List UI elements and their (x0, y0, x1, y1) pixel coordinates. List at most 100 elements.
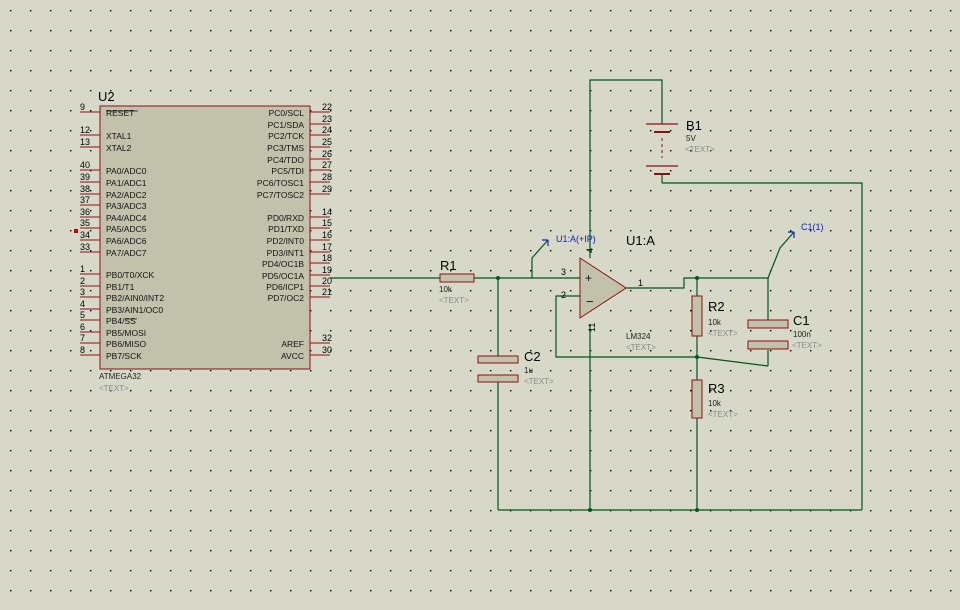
u1a-minus-sign: − (586, 294, 594, 309)
junction-r1-c2 (496, 276, 500, 280)
u2-pin-number: 1 (80, 264, 85, 274)
junction-gnd-r3 (695, 508, 699, 512)
u2-pin-name: AREF (281, 339, 304, 349)
u1a-ref: U1:A (626, 233, 655, 248)
r3-value: 10k (708, 399, 722, 408)
c1-plate-bottom (747, 340, 789, 350)
u2-pin-number: 9 (80, 102, 85, 112)
r3-body (691, 379, 703, 419)
u2-pin-name: PC3/TMS (267, 143, 304, 153)
u1a-pin-minus: 2 (561, 290, 566, 300)
u2-pin-name: XTAL2 (106, 143, 132, 153)
r1-text-hint: <TEXT> (439, 296, 469, 305)
u1a-pin-out: 1 (638, 278, 643, 288)
u2-text-hint: <TEXT> (99, 384, 129, 393)
r1-ref: R1 (440, 258, 457, 273)
probe-u1a-ip-label: U1:A(+IP) (556, 234, 596, 244)
u2-pin-name: PD1/TXD (268, 224, 304, 234)
c1-plate-top (747, 319, 789, 329)
u2-pin-name: PA2/ADC2 (106, 190, 147, 200)
u2-pin-name: PD7/OC2 (268, 293, 305, 303)
u2-pin-number: 15 (322, 218, 332, 228)
u2-pin-name: PA3/ADC3 (106, 201, 147, 211)
pin35-marker (74, 229, 78, 233)
c2-value: 1u (524, 366, 533, 375)
u2-pin-name: PC2/TCK (268, 131, 304, 141)
schematic-canvas[interactable]: U2 ATMEGA32 <TEXT> 9RESET12XTAL113XTAL24… (0, 0, 960, 610)
u2-pin-name: PB0/T0/XCK (106, 270, 155, 280)
u1a-text-hint: <TEXT> (626, 343, 656, 352)
u2-pin-name: PD4/OC1B (262, 259, 304, 269)
r1-body (439, 273, 475, 283)
u2-pin-number: 13 (80, 137, 90, 147)
u2-pin-name: PC0/SCL (269, 108, 305, 118)
u2-pin-number: 2 (80, 276, 85, 286)
u2-pin-name: PC4/TDO (267, 155, 304, 165)
b1-value: 5V (686, 134, 696, 143)
u2-pin-number: 27 (322, 160, 332, 170)
c2-plate-bottom (477, 374, 519, 383)
u2-pin-name: PA7/ADC7 (106, 248, 147, 258)
u1a-plus-sign: + (585, 271, 592, 285)
probe-c1-label: C1(1) (801, 222, 824, 232)
u2-pin-name: PA6/ADC6 (106, 236, 147, 246)
u2-pin-name: PD3/INT1 (267, 248, 305, 258)
u2-pin-name: PA5/ADC5 (106, 224, 147, 234)
u2-pin-number: 26 (322, 149, 332, 159)
u2-pin-number: 14 (322, 207, 332, 217)
u2-pin-number: 37 (80, 195, 90, 205)
c1-text-hint: <TEXT> (792, 341, 822, 350)
u2-pin-number: 16 (322, 230, 332, 240)
u1a-pin-gnd: 11 (587, 323, 597, 332)
u2-pin-number: 17 (322, 242, 332, 252)
u2-pin-number: 6 (80, 322, 85, 332)
u2-pin-number: 21 (322, 287, 332, 297)
b1-text-hint: <TEXT> (685, 145, 715, 154)
u2-pin-number: 7 (80, 333, 85, 343)
u2-pin-name: PB3/AIN1/OC0 (106, 305, 163, 315)
u2-pin-name: PB7/SCK (106, 351, 142, 361)
u2-microcontroller[interactable]: U2 ATMEGA32 <TEXT> 9RESET12XTAL113XTAL24… (74, 89, 332, 393)
u2-pin-name: XTAL1 (106, 131, 132, 141)
u1a-part: LM324 (626, 332, 651, 341)
r3-ref: R3 (708, 381, 725, 396)
r2-text-hint: <TEXT> (708, 329, 738, 338)
u1a-pin-vcc: 4 (585, 248, 595, 253)
junction-r2-out (695, 276, 699, 280)
u2-pin-name: PA0/ADC0 (106, 166, 147, 176)
u2-pin-name: RESET (106, 108, 134, 118)
u2-part: ATMEGA32 (99, 372, 142, 381)
c1-value: 100n (793, 330, 811, 339)
r1-value: 10k (439, 285, 453, 294)
r2-body (691, 295, 703, 337)
u2-pin-number: 29 (322, 184, 332, 194)
u2-pin-name: PD5/OC1A (262, 271, 304, 281)
u2-pin-number: 40 (80, 160, 90, 170)
u2-pin-number: 24 (322, 125, 332, 135)
u2-pin-name: PD2/INT0 (267, 236, 305, 246)
u2-pin-number: 22 (322, 102, 332, 112)
u2-pin-number: 30 (322, 345, 332, 355)
u2-pin-number: 34 (80, 230, 90, 240)
u2-pin-name: PC6/TOSC1 (257, 178, 304, 188)
u2-pin-name: PB6/MISO (106, 339, 147, 349)
u2-pin-name: PB2/AIN0/INT2 (106, 293, 164, 303)
u2-pin-number: 3 (80, 287, 85, 297)
u2-pin-number: 4 (80, 299, 85, 309)
u2-pin-name: PD0/RXD (267, 213, 304, 223)
u2-pin-name: PC1/SDA (268, 120, 305, 130)
c2-text-hint: <TEXT> (524, 377, 554, 386)
u2-pin-name: PB1/T1 (106, 282, 135, 292)
c1-ref: C1 (793, 313, 810, 328)
u2-pin-number: 28 (322, 172, 332, 182)
u2-pin-number: 12 (80, 125, 90, 135)
u2-pin-number: 33 (80, 242, 90, 252)
u2-pin-number: 23 (322, 114, 332, 124)
u2-pin-name: PB4/SS (106, 316, 136, 326)
junction-r2-r3 (695, 355, 699, 359)
u2-pin-number: 19 (322, 265, 332, 275)
u2-pin-number: 35 (80, 218, 90, 228)
junction-gnd-opamp (588, 508, 592, 512)
u2-pin-name: PB5/MOSI (106, 328, 146, 338)
u2-pin-number: 32 (322, 333, 332, 343)
